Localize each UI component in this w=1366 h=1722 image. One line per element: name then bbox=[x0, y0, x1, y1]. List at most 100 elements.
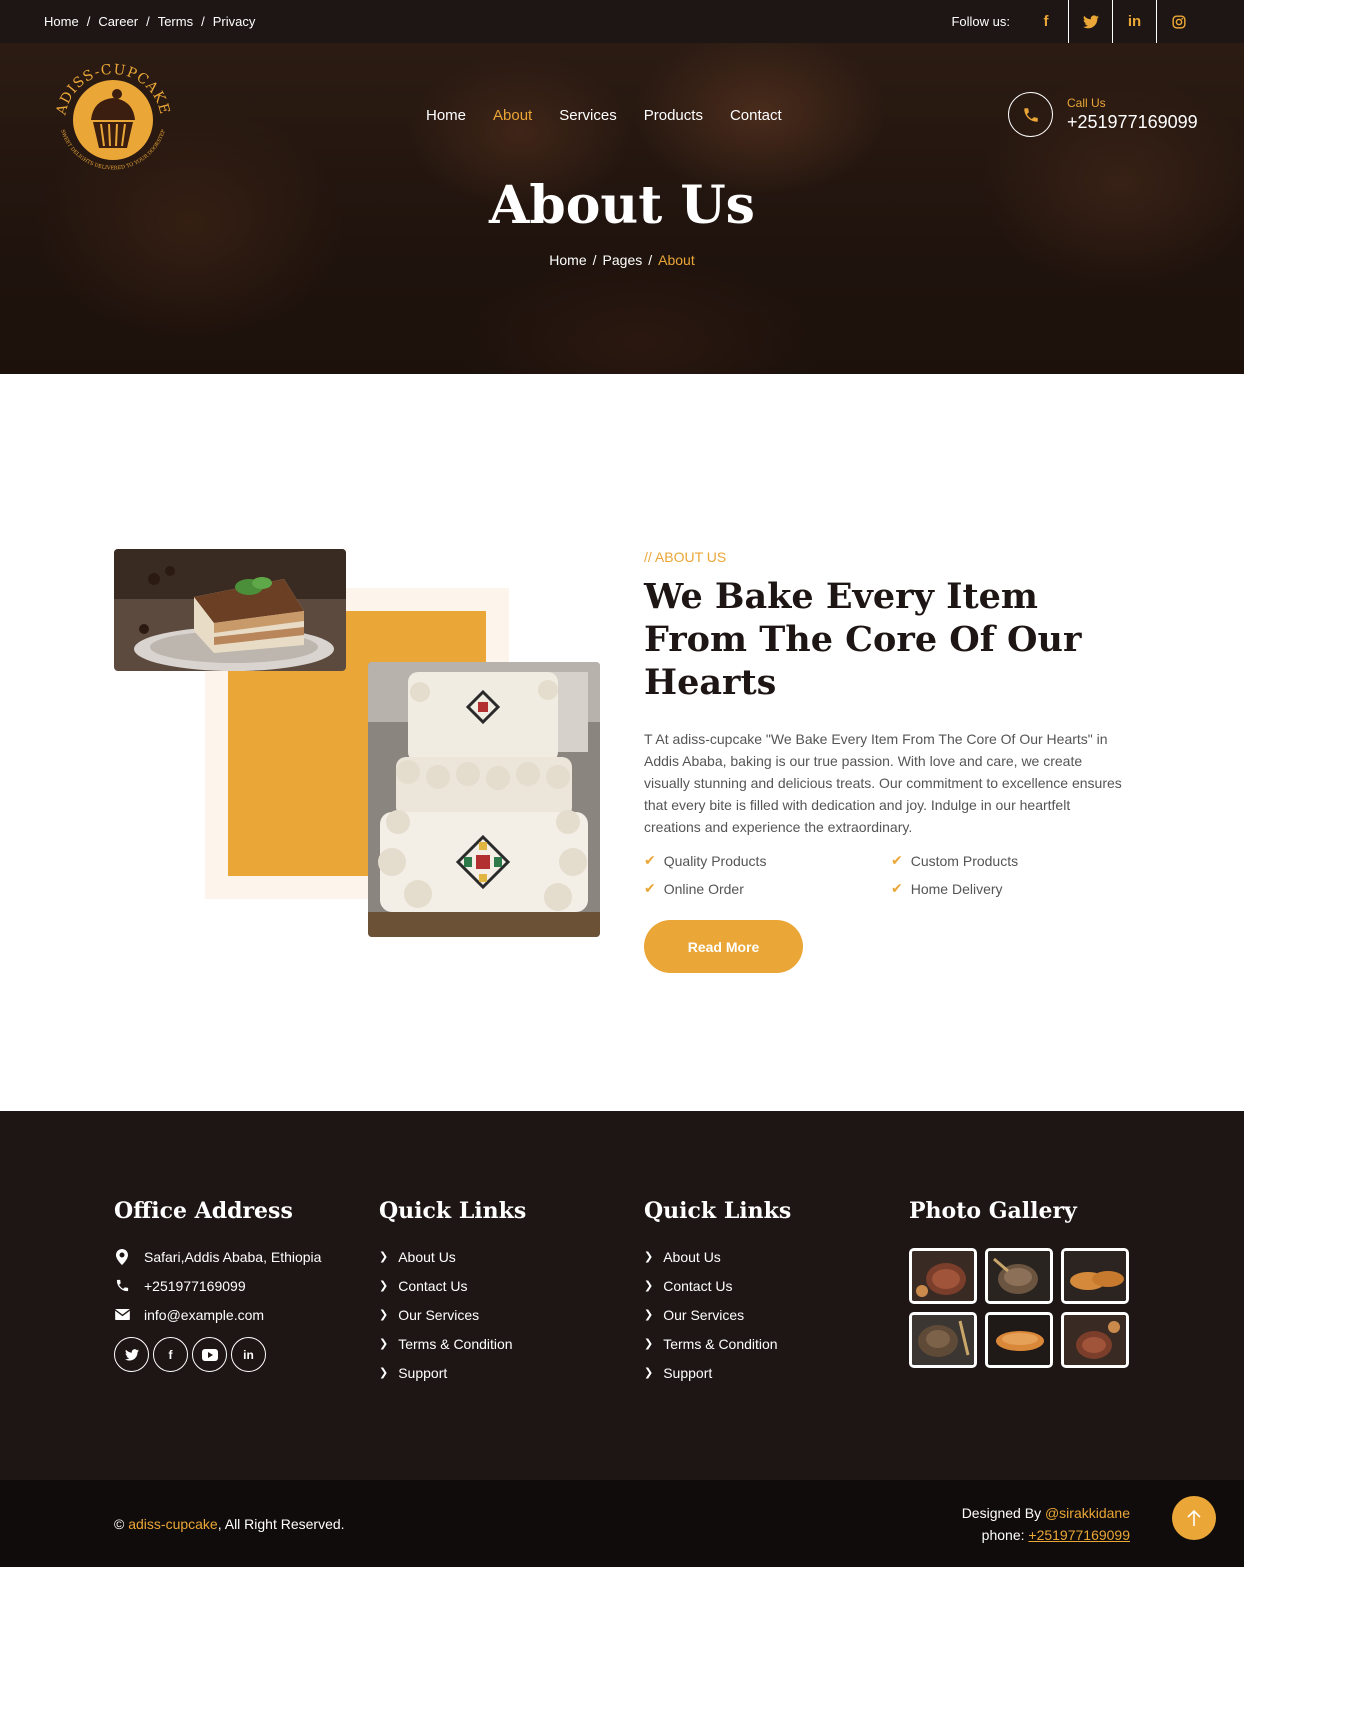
gallery-thumbnail[interactable] bbox=[985, 1248, 1053, 1304]
separator: / bbox=[592, 252, 597, 268]
check-icon: ✔ bbox=[891, 880, 903, 896]
gallery-thumbnail[interactable] bbox=[1061, 1248, 1129, 1304]
address-text: Safari,Addis Ababa, Ethiopia bbox=[144, 1248, 322, 1265]
facebook-icon[interactable]: f bbox=[1024, 0, 1068, 43]
copyright: © adiss-cupcake, All Right Reserved. bbox=[114, 1516, 345, 1532]
footer-link-label[interactable]: Contact Us bbox=[398, 1278, 467, 1294]
separator: / bbox=[86, 14, 91, 29]
arrow-up-icon bbox=[1187, 1509, 1201, 1526]
footer-link-label[interactable]: Support bbox=[663, 1365, 712, 1381]
phone-text[interactable]: +251977169099 bbox=[144, 1278, 246, 1294]
twitter-icon[interactable] bbox=[114, 1337, 149, 1372]
footer-link-label[interactable]: About Us bbox=[663, 1249, 721, 1265]
chevron-right-icon: ❯ bbox=[379, 1367, 389, 1379]
address-line: Safari,Addis Ababa, Ethiopia bbox=[114, 1248, 321, 1265]
top-link-terms[interactable]: Terms bbox=[158, 14, 193, 29]
top-links: Home / Career / Terms / Privacy bbox=[44, 14, 255, 29]
footer-link[interactable]: ❯ Terms & Condition bbox=[379, 1335, 526, 1352]
section-eyebrow: // ABOUT US bbox=[644, 549, 727, 565]
gallery-thumbnail[interactable] bbox=[909, 1248, 977, 1304]
office-address-column: Office Address Safari,Addis Ababa, Ethio… bbox=[114, 1198, 321, 1372]
gallery-thumbnail[interactable] bbox=[909, 1312, 977, 1368]
copyright-symbol: © bbox=[114, 1515, 125, 1532]
breadcrumb-home[interactable]: Home bbox=[549, 252, 586, 268]
email-line: info@example.com bbox=[114, 1306, 321, 1323]
photo-gallery bbox=[909, 1248, 1129, 1368]
top-link-career[interactable]: Career bbox=[98, 14, 138, 29]
about-section: // ABOUT US We Bake Every Item From The … bbox=[0, 374, 1244, 1111]
footer-link[interactable]: ❯ Contact Us bbox=[379, 1277, 526, 1294]
designer-credit: Designed By @sirakkidane phone: +2519771… bbox=[962, 1502, 1130, 1546]
twitter-icon[interactable] bbox=[1068, 0, 1112, 43]
email-text[interactable]: info@example.com bbox=[144, 1307, 264, 1323]
gallery-thumbnail[interactable] bbox=[1061, 1312, 1129, 1368]
feature-item: ✔ Home Delivery bbox=[891, 880, 1124, 897]
gallery-thumbnail[interactable] bbox=[985, 1312, 1053, 1368]
nav-about[interactable]: About bbox=[493, 107, 532, 124]
brand-link[interactable]: adiss-cupcake bbox=[128, 1516, 218, 1532]
footer-link-label[interactable]: Our Services bbox=[663, 1307, 744, 1323]
call-label: Call Us bbox=[1067, 96, 1106, 110]
footer-link[interactable]: ❯ About Us bbox=[379, 1248, 526, 1265]
top-link-home[interactable]: Home bbox=[44, 14, 79, 29]
chevron-right-icon: ❯ bbox=[379, 1280, 389, 1292]
instagram-icon[interactable] bbox=[1156, 0, 1200, 43]
footer-link[interactable]: ❯ Support bbox=[379, 1364, 526, 1381]
phone-label: phone: bbox=[981, 1526, 1025, 1543]
feature-item: ✔ Custom Products bbox=[891, 852, 1124, 869]
check-icon: ✔ bbox=[891, 852, 903, 868]
chevron-right-icon: ❯ bbox=[644, 1251, 654, 1263]
photo-gallery-column: Photo Gallery bbox=[909, 1198, 1129, 1368]
brand-logo[interactable]: ADISS-CUPCAKE SWEET DELIGHTS DELIVERED T… bbox=[43, 48, 183, 188]
footer-link[interactable]: ❯ Our Services bbox=[379, 1306, 526, 1323]
follow-label: Follow us: bbox=[951, 14, 1010, 29]
nav-contact[interactable]: Contact bbox=[730, 107, 782, 124]
call-us[interactable]: Call Us +251977169099 bbox=[1008, 92, 1198, 137]
chevron-right-icon: ❯ bbox=[644, 1338, 654, 1350]
separator: / bbox=[146, 14, 150, 29]
footer-link-label[interactable]: Our Services bbox=[398, 1307, 479, 1323]
footer-link-label[interactable]: About Us bbox=[398, 1249, 456, 1265]
phone-icon bbox=[114, 1278, 130, 1293]
top-link-privacy[interactable]: Privacy bbox=[213, 14, 256, 29]
nav-home[interactable]: Home bbox=[426, 107, 466, 124]
footer-link[interactable]: ❯ Our Services bbox=[644, 1306, 791, 1323]
feature-label: Home Delivery bbox=[910, 880, 1003, 897]
office-title: Office Address bbox=[114, 1198, 293, 1224]
footer-link[interactable]: ❯ Contact Us bbox=[644, 1277, 791, 1294]
hero-banner: ADISS-CUPCAKE SWEET DELIGHTS DELIVERED T… bbox=[0, 43, 1244, 374]
breadcrumb-pages[interactable]: Pages bbox=[603, 252, 643, 268]
linkedin-icon[interactable]: in bbox=[1112, 0, 1156, 43]
nav-products[interactable]: Products bbox=[644, 107, 703, 124]
nav-services[interactable]: Services bbox=[559, 107, 617, 124]
footer-link[interactable]: ❯ Support bbox=[644, 1364, 791, 1381]
footer-link[interactable]: ❯ About Us bbox=[644, 1248, 791, 1265]
chevron-right-icon: ❯ bbox=[644, 1367, 654, 1379]
footer-link-label[interactable]: Support bbox=[398, 1365, 447, 1381]
rights-text: , All Right Reserved. bbox=[217, 1515, 345, 1532]
youtube-icon[interactable] bbox=[192, 1337, 227, 1372]
call-number[interactable]: +251977169099 bbox=[1067, 112, 1198, 133]
designer-phone-link[interactable]: +251977169099 bbox=[1028, 1527, 1130, 1543]
footer-link-label[interactable]: Terms & Condition bbox=[398, 1336, 512, 1352]
about-content: // ABOUT US We Bake Every Item From The … bbox=[644, 549, 1124, 973]
check-icon: ✔ bbox=[644, 852, 656, 868]
cake-image bbox=[368, 662, 600, 937]
feature-list: ✔ Quality Products ✔ Custom Products ✔ Onli… bbox=[644, 852, 1124, 897]
feature-label: Custom Products bbox=[910, 852, 1019, 869]
linkedin-icon[interactable]: in bbox=[231, 1337, 266, 1372]
about-description: T At adiss-cupcake "We Bake Every Item F… bbox=[644, 731, 1122, 835]
chevron-right-icon: ❯ bbox=[379, 1338, 389, 1350]
read-more-button[interactable]: Read More bbox=[644, 920, 803, 973]
about-heading: We Bake Every Item From The Core Of Our … bbox=[644, 576, 1082, 703]
footer-link-label[interactable]: Terms & Condition bbox=[663, 1336, 777, 1352]
chevron-right-icon: ❯ bbox=[644, 1309, 654, 1321]
facebook-icon[interactable]: f bbox=[153, 1337, 188, 1372]
back-to-top-button[interactable] bbox=[1172, 1496, 1216, 1540]
footer-link[interactable]: ❯ Terms & Condition bbox=[644, 1335, 791, 1352]
tiramisu-image bbox=[114, 549, 346, 671]
bottom-bar: © adiss-cupcake, All Right Reserved. Des… bbox=[0, 1480, 1244, 1567]
quick-links-column-2: Quick Links ❯ About Us ❯ Contact Us ❯ Our S… bbox=[644, 1198, 791, 1393]
designer-link[interactable]: @sirakkidane bbox=[1045, 1505, 1130, 1521]
footer-link-label[interactable]: Contact Us bbox=[663, 1278, 732, 1294]
